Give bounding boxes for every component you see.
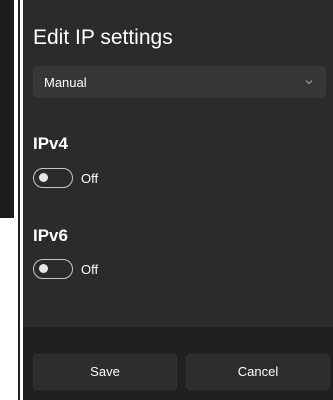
ip-mode-selected-value: Manual (44, 75, 87, 90)
dialog-title: Edit IP settings (33, 26, 173, 49)
ipv6-toggle-state: Off (81, 262, 99, 277)
ipv6-toggle[interactable] (33, 259, 73, 279)
ip-mode-dropdown[interactable]: Manual (33, 66, 326, 98)
ipv6-toggle-row: Off (33, 259, 153, 281)
ipv4-heading: IPv4 (33, 134, 68, 153)
background-window-border (18, 0, 20, 400)
ipv6-toggle-knob (39, 264, 48, 273)
edit-ip-settings-dialog: Edit IP settings Manual IPv4 Off IPv6 Of… (23, 0, 333, 400)
ipv4-toggle-knob (39, 173, 48, 182)
background-window-edge (0, 0, 14, 218)
ipv4-toggle-state: Off (81, 171, 99, 186)
cancel-button[interactable]: Cancel (186, 354, 330, 390)
chevron-down-icon (305, 80, 313, 85)
ipv4-toggle-row: Off (33, 168, 153, 190)
ipv4-toggle[interactable] (33, 168, 73, 188)
dialog-footer: Save Cancel (23, 327, 333, 400)
ipv6-heading: IPv6 (33, 226, 68, 245)
save-button[interactable]: Save (33, 354, 177, 390)
